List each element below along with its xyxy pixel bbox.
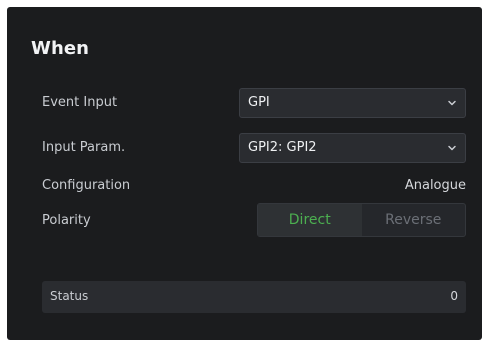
input-param-label: Input Param. [42, 140, 126, 155]
configuration-label: Configuration [42, 178, 131, 193]
chevron-down-icon [448, 145, 456, 151]
polarity-reverse-option[interactable]: Reverse [362, 204, 466, 236]
panel-title: When [31, 38, 90, 59]
polarity-toggle[interactable]: Direct Reverse [257, 203, 466, 237]
polarity-label: Polarity [42, 213, 91, 228]
input-param-value: GPI2: GPI2 [248, 140, 317, 155]
status-bar: Status 0 [42, 281, 466, 313]
event-input-select[interactable]: GPI [239, 88, 466, 118]
event-input-label: Event Input [42, 95, 118, 110]
polarity-direct-option[interactable]: Direct [258, 204, 362, 236]
status-value: 0 [450, 289, 458, 303]
event-input-value: GPI [248, 95, 270, 110]
status-label: Status [50, 289, 89, 303]
input-param-select[interactable]: GPI2: GPI2 [239, 133, 466, 163]
configuration-value: Analogue [404, 178, 466, 193]
when-panel: When Event Input GPI Input Param. GPI2: … [7, 7, 482, 340]
chevron-down-icon [448, 100, 456, 106]
